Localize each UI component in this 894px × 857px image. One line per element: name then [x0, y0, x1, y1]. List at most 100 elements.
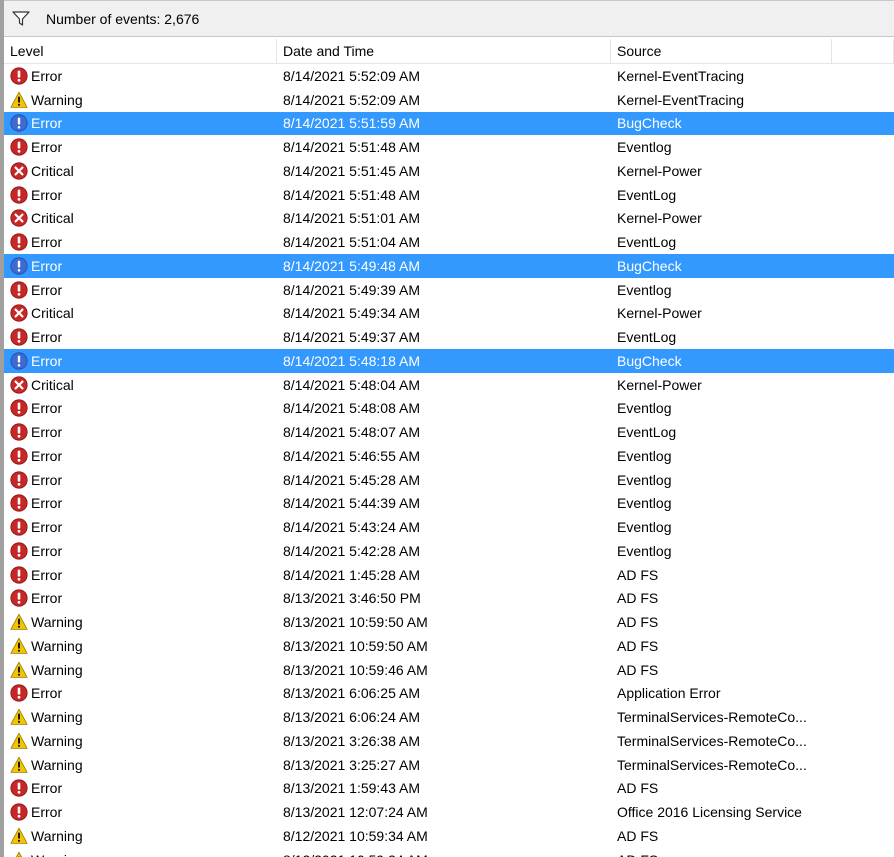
warning-icon [10, 732, 28, 750]
source-cell: AD FS [617, 566, 659, 583]
event-row[interactable]: Error 8/14/2021 5:46:55 AM Eventlog [4, 444, 894, 468]
source-cell: Kernel-Power [617, 305, 702, 322]
event-row[interactable]: Error 8/14/2021 5:43:24 AM Eventlog [4, 515, 894, 539]
error-icon [10, 399, 28, 417]
event-row[interactable]: Warning 8/13/2021 3:25:27 AM TerminalServi… [4, 753, 894, 777]
event-row[interactable]: Warning 8/13/2021 3:26:38 AM TerminalServi… [4, 729, 894, 753]
event-row[interactable]: Warning 8/13/2021 10:59:46 AM AD FS [4, 658, 894, 682]
event-row[interactable]: Warning 8/13/2021 10:59:50 AM AD FS [4, 634, 894, 658]
level-text: Critical [31, 376, 74, 393]
date-time-cell: 8/13/2021 1:59:43 AM [283, 780, 420, 797]
level-cell: Error [4, 399, 277, 417]
event-row[interactable]: Critical 8/14/2021 5:51:45 AM Kernel-Power [4, 159, 894, 183]
date-time-cell: 8/14/2021 5:48:04 AM [283, 376, 420, 393]
level-text: Error [31, 685, 63, 702]
date-time-cell: 8/13/2021 3:26:38 AM [283, 732, 420, 749]
warning-icon [10, 661, 28, 679]
source-cell: Kernel-Power [617, 376, 702, 393]
column-header-source[interactable]: Source [611, 39, 832, 63]
level-cell: Error [4, 352, 277, 370]
event-row[interactable]: Error 8/14/2021 5:51:59 AM BugCheck [4, 111, 894, 136]
level-cell: Warning [4, 756, 277, 774]
level-text: Warning [31, 91, 83, 108]
level-cell: Critical [4, 209, 277, 227]
source-cell: TerminalServices-RemoteCo... [617, 709, 807, 726]
event-row[interactable]: Error 8/14/2021 5:48:07 AM EventLog [4, 420, 894, 444]
level-cell: Error [4, 328, 277, 346]
source-cell: Eventlog [617, 139, 672, 156]
source-cell: Eventlog [617, 542, 672, 559]
event-row[interactable]: Error 8/13/2021 1:59:43 AM AD FS [4, 777, 894, 801]
event-row[interactable]: Error 8/14/2021 1:45:28 AM AD FS [4, 563, 894, 587]
level-text: Error [31, 257, 63, 274]
event-row[interactable]: Error 8/14/2021 5:49:48 AM BugCheck [4, 254, 894, 278]
date-time-cell: 8/14/2021 5:51:48 AM [283, 186, 420, 203]
event-row[interactable]: Error 8/14/2021 5:45:28 AM Eventlog [4, 468, 894, 492]
column-header-blank[interactable] [832, 39, 894, 63]
date-time-cell: 8/14/2021 5:51:48 AM [283, 139, 420, 156]
event-row[interactable]: Warning 8/13/2021 6:06:24 AM TerminalServi… [4, 705, 894, 729]
level-cell: Error [4, 423, 277, 441]
event-row[interactable]: Error 8/14/2021 5:52:09 AM Kernel-EventTra… [4, 64, 894, 88]
level-text: Error [31, 329, 63, 346]
event-row[interactable]: Error 8/14/2021 5:51:04 AM EventLog [4, 230, 894, 254]
level-text: Warning [31, 709, 83, 726]
event-row[interactable]: Warning8/12/2021 10:59:34 AMAD FS [4, 824, 894, 848]
date-time-cell: 8/14/2021 5:49:48 AM [283, 257, 420, 274]
level-text: Error [31, 447, 63, 464]
event-row[interactable]: Error 8/14/2021 5:51:48 AM EventLog [4, 183, 894, 207]
warning-icon [10, 708, 28, 726]
date-time-cell: 8/13/2021 6:06:25 AM [283, 685, 420, 702]
warning-icon [10, 91, 28, 109]
date-time-cell: 8/14/2021 5:51:01 AM [283, 210, 420, 227]
event-row[interactable]: Critical 8/14/2021 5:49:34 AM Kernel-Power [4, 302, 894, 326]
source-cell: AD FS [617, 661, 659, 678]
column-header-date-time[interactable]: Date and Time [277, 39, 611, 63]
source-cell: EventLog [617, 329, 677, 346]
column-header-level[interactable]: Level [4, 39, 277, 63]
level-text: Error [31, 519, 63, 536]
event-row[interactable]: Error 8/14/2021 5:49:37 AM EventLog [4, 325, 894, 349]
event-row[interactable]: Error 8/14/2021 5:49:39 AM Eventlog [4, 278, 894, 302]
filter-icon[interactable] [10, 10, 32, 28]
error-icon [10, 518, 28, 536]
level-cell: Warning [4, 613, 277, 631]
error-icon [10, 779, 28, 797]
event-row[interactable]: Critical 8/14/2021 5:48:04 AM Kernel-Power [4, 373, 894, 397]
level-cell: Error [4, 67, 277, 85]
date-time-cell: 8/14/2021 5:49:37 AM [283, 329, 420, 346]
event-row[interactable]: Error 8/14/2021 5:42:28 AM Eventlog [4, 539, 894, 563]
event-row[interactable]: Error 8/14/2021 5:48:08 AM Eventlog [4, 397, 894, 421]
event-row[interactable]: Error 8/14/2021 5:44:39 AM Eventlog [4, 492, 894, 516]
level-cell: Critical [4, 376, 277, 394]
event-row[interactable]: Error 8/13/2021 6:06:25 AM Application Err… [4, 682, 894, 706]
event-row[interactable]: Warning 8/14/2021 5:52:09 AM Kernel-EventT… [4, 88, 894, 112]
error-icon [10, 328, 28, 346]
event-list: Error 8/14/2021 5:52:09 AM Kernel-EventTra… [4, 64, 894, 857]
level-text: Error [31, 542, 63, 559]
level-text: Warning [31, 852, 83, 857]
warning-icon [10, 851, 28, 857]
source-cell: Eventlog [617, 400, 672, 417]
error-icon [10, 233, 28, 251]
event-row[interactable]: Warning 8/13/2021 10:59:50 AM AD FS [4, 610, 894, 634]
event-row[interactable]: Error 8/13/2021 12:07:24 AM Office 2016 Li… [4, 800, 894, 824]
date-time-cell: 8/14/2021 5:46:55 AM [283, 447, 420, 464]
event-row[interactable]: Error 8/13/2021 3:46:50 PM AD FS [4, 587, 894, 611]
date-time-cell: 8/13/2021 10:59:50 AM [283, 614, 428, 631]
event-row[interactable]: Error 8/14/2021 5:51:48 AM Eventlog [4, 135, 894, 159]
level-cell: Warning [4, 732, 277, 750]
level-cell: Error [4, 779, 277, 797]
date-time-cell: 8/14/2021 5:49:34 AM [283, 305, 420, 322]
date-time-cell: 8/14/2021 5:43:24 AM [283, 519, 420, 536]
event-row[interactable]: Error 8/14/2021 5:48:18 AM BugCheck [4, 349, 894, 373]
date-time-cell: 8/14/2021 5:44:39 AM [283, 495, 420, 512]
source-cell: Eventlog [617, 447, 672, 464]
date-time-cell: 8/13/2021 10:59:50 AM [283, 637, 428, 654]
event-row[interactable]: Critical 8/14/2021 5:51:01 AM Kernel-Power [4, 207, 894, 231]
source-cell: Eventlog [617, 495, 672, 512]
error-icon [10, 566, 28, 584]
event-row[interactable]: Warning8/12/2021 10:59:34 AMAD FS [4, 848, 894, 857]
level-cell: Error [4, 518, 277, 536]
level-cell: Warning [4, 637, 277, 655]
